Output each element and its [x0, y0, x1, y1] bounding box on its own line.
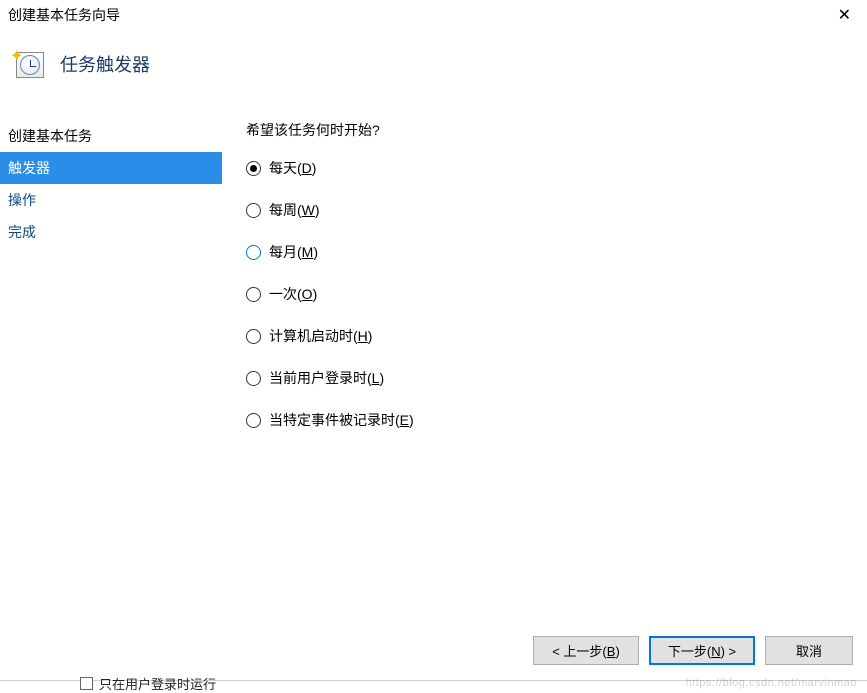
partial-cut-row: 只在用户登录时运行: [80, 674, 216, 693]
close-icon[interactable]: ✕: [830, 5, 859, 25]
window-title: 创建基本任务向导: [8, 5, 120, 25]
back-label-pre: < 上一步(: [552, 644, 607, 659]
titlebar: 创建基本任务向导 ✕: [0, 0, 867, 30]
trigger-option-label: 一次(O): [269, 284, 317, 304]
trigger-option-0[interactable]: 每天(D): [246, 158, 867, 178]
radio-icon: [246, 161, 261, 176]
back-button[interactable]: < 上一步(B): [533, 636, 639, 665]
radio-icon: [246, 203, 261, 218]
trigger-option-label: 当前用户登录时(L): [269, 368, 384, 388]
trigger-option-1[interactable]: 每周(W): [246, 200, 867, 220]
wizard-sidebar: 创建基本任务触发器操作完成: [0, 114, 222, 616]
trigger-option-label: 每月(M): [269, 242, 318, 262]
partial-checkbox-icon: [80, 677, 93, 690]
back-label-post: ): [615, 644, 619, 659]
trigger-option-list: 每天(D) 每周(W) 每月(M) 一次(O) 计算机启动时(H) 当前用户登录时(L) 当…: [246, 158, 867, 430]
trigger-option-6[interactable]: 当特定事件被记录时(E): [246, 410, 867, 430]
radio-icon: [246, 245, 261, 260]
sidebar-item-1[interactable]: 触发器: [0, 152, 222, 184]
trigger-option-3[interactable]: 一次(O): [246, 284, 867, 304]
wizard-content: 希望该任务何时开始? 每天(D) 每周(W) 每月(M) 一次(O) 计算机启动时(H)…: [222, 114, 867, 616]
trigger-option-4[interactable]: 计算机启动时(H): [246, 326, 867, 346]
next-label-pre: 下一步(: [668, 644, 711, 659]
radio-icon: [246, 413, 261, 428]
header-clock-icon: ✦: [12, 48, 46, 80]
trigger-option-2[interactable]: 每月(M): [246, 242, 867, 262]
page-title: 任务触发器: [60, 51, 150, 77]
wizard-footer: < 上一步(B) 下一步(N) > 取消: [533, 636, 853, 665]
wizard-body: 创建基本任务触发器操作完成 希望该任务何时开始? 每天(D) 每周(W) 每月(M)…: [0, 114, 867, 616]
radio-icon: [246, 287, 261, 302]
trigger-option-label: 当特定事件被记录时(E): [269, 410, 414, 430]
sidebar-item-2[interactable]: 操作: [0, 184, 222, 216]
watermark-text: https://blog.csdn.net/marvinmao: [686, 677, 857, 689]
trigger-option-label: 每天(D): [269, 158, 316, 178]
cancel-button[interactable]: 取消: [765, 636, 853, 665]
sidebar-item-0[interactable]: 创建基本任务: [0, 120, 222, 152]
trigger-question: 希望该任务何时开始?: [246, 120, 867, 140]
trigger-option-label: 每周(W): [269, 200, 320, 220]
trigger-option-5[interactable]: 当前用户登录时(L): [246, 368, 867, 388]
next-label-post: ) >: [721, 644, 737, 659]
wizard-header: ✦ 任务触发器: [0, 30, 867, 114]
trigger-option-label: 计算机启动时(H): [269, 326, 372, 346]
radio-icon: [246, 329, 261, 344]
partial-cut-label: 只在用户登录时运行: [99, 674, 216, 693]
next-label-u: N: [711, 644, 720, 659]
sidebar-item-3[interactable]: 完成: [0, 216, 222, 248]
radio-icon: [246, 371, 261, 386]
next-button[interactable]: 下一步(N) >: [649, 636, 755, 665]
